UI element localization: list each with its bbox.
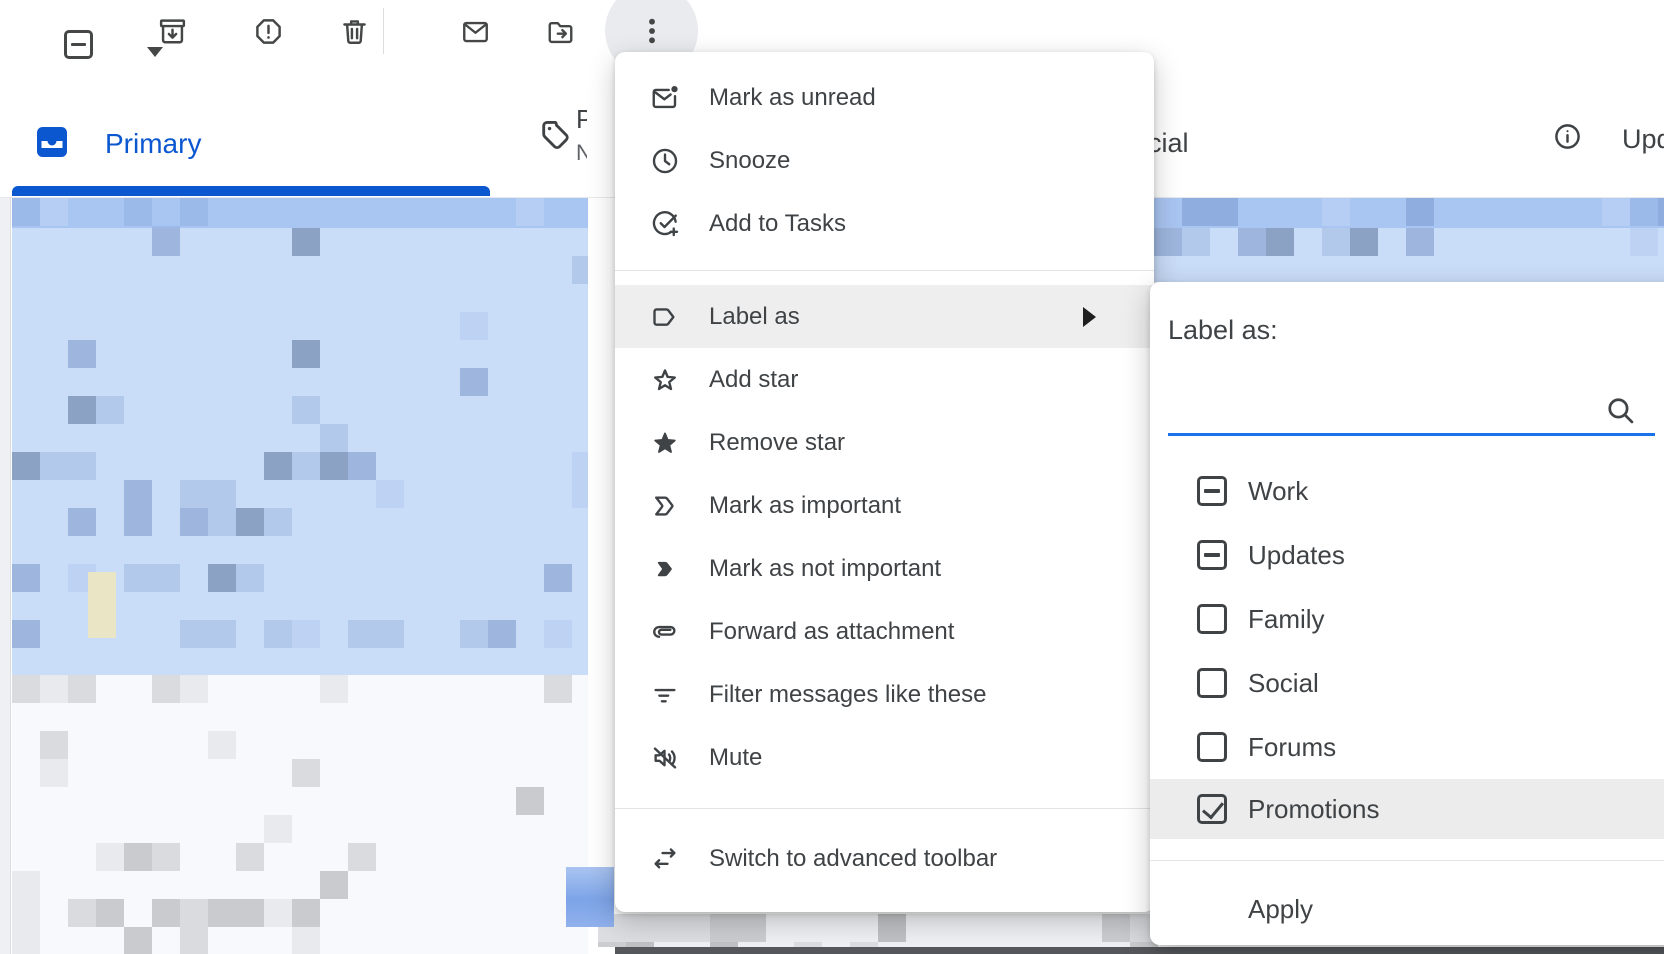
select-dropdown-button[interactable]: [70, 20, 100, 46]
menu-item-mark-as-not-important[interactable]: Mark as not important: [615, 537, 1154, 600]
move-to-button[interactable]: [544, 17, 577, 47]
menu-item-filter-messages[interactable]: Filter messages like these: [615, 663, 1154, 726]
label-checkbox-list: Work Updates Family Social Forums Promot…: [1150, 459, 1664, 839]
menu-divider: [615, 255, 1154, 285]
gmail-window: Primary Promotions New Social Updates: [0, 0, 1664, 954]
mark-as-read-button[interactable]: [459, 17, 492, 47]
info-icon: [1552, 121, 1583, 152]
snooze-clock-icon: [650, 146, 680, 176]
tab-promotions-label-clipped[interactable]: Promotions New: [576, 104, 587, 170]
checkbox-indeterminate-icon: [1197, 476, 1227, 506]
caret-down-icon: [147, 47, 163, 57]
tab-updates-label[interactable]: Updates: [1622, 124, 1664, 155]
menu-item-remove-star[interactable]: Remove star: [615, 411, 1154, 474]
label-option-forums[interactable]: Forums: [1150, 715, 1664, 779]
menu-item-label: Mute: [709, 744, 762, 772]
menu-item-label: Add star: [709, 366, 798, 394]
active-tab-indicator: [12, 186, 490, 196]
tab-promotions[interactable]: [538, 117, 574, 153]
menu-item-label: Forward as attachment: [709, 618, 954, 646]
label-search-input[interactable]: [1168, 382, 1655, 436]
menu-item-add-star[interactable]: Add star: [615, 348, 1154, 411]
menu-item-label: Mark as important: [709, 492, 901, 520]
label-option-social[interactable]: Social: [1150, 651, 1664, 715]
label-icon: [650, 302, 680, 332]
archive-icon: [157, 16, 188, 47]
menu-item-label: Remove star: [709, 429, 845, 457]
menu-item-label: Add to Tasks: [709, 210, 846, 238]
trash-icon: [339, 16, 370, 47]
menu-item-label: Switch to advanced toolbar: [709, 845, 997, 873]
tab-updates[interactable]: [1552, 121, 1583, 152]
mute-icon: [650, 743, 680, 773]
important-filled-icon: [650, 554, 680, 584]
blurred-avatar-block: [566, 867, 614, 927]
blurred-highlight-block: [88, 572, 116, 638]
report-spam-icon: [253, 16, 284, 47]
menu-item-mark-as-unread[interactable]: Mark as unread: [615, 66, 1154, 129]
submenu-arrow-icon: [1083, 307, 1096, 327]
switch-arrows-icon: [650, 844, 680, 874]
list-left-gutter: [0, 198, 11, 954]
email-list-selected-rows-right[interactable]: [1154, 228, 1664, 282]
menu-item-forward-as-attachment[interactable]: Forward as attachment: [615, 600, 1154, 663]
menu-item-label: Mark as unread: [709, 84, 876, 112]
checkbox-unchecked-icon: [1197, 732, 1227, 762]
more-vert-icon: [636, 14, 668, 48]
star-filled-icon: [650, 428, 680, 458]
email-list-bottom-rows[interactable]: [598, 914, 1158, 947]
checkbox-checked-icon: [1197, 794, 1227, 824]
menu-item-label: Filter messages like these: [709, 681, 986, 709]
menu-item-snooze[interactable]: Snooze: [615, 129, 1154, 192]
more-button[interactable]: [636, 14, 668, 48]
search-underline: [1168, 433, 1655, 436]
toolbar-divider: [383, 8, 384, 54]
checkbox-unchecked-icon: [1197, 604, 1227, 634]
tab-primary[interactable]: [37, 127, 67, 157]
label-option-promotions[interactable]: Promotions: [1150, 779, 1664, 839]
menu-item-mark-as-important[interactable]: Mark as important: [615, 474, 1154, 537]
menu-item-label: Mark as not important: [709, 555, 941, 583]
tab-primary-label[interactable]: Primary: [105, 128, 201, 160]
filter-icon: [650, 680, 680, 710]
select-all-checkbox[interactable]: [30, 13, 68, 51]
more-actions-menu: Mark as unread Snooze Add to Tasks Label…: [615, 52, 1154, 912]
apply-button[interactable]: Apply: [1150, 882, 1664, 936]
tag-icon: [538, 117, 574, 153]
label-option-work[interactable]: Work: [1150, 459, 1664, 523]
report-spam-button[interactable]: [253, 16, 284, 47]
checkbox-indeterminate-icon: [1197, 540, 1227, 570]
important-outline-icon: [650, 491, 680, 521]
email-row-selected-header-right[interactable]: [1154, 198, 1664, 228]
checkbox-unchecked-icon: [1197, 668, 1227, 698]
add-to-tasks-icon: [650, 209, 680, 239]
menu-item-add-to-tasks[interactable]: Add to Tasks: [615, 192, 1154, 255]
email-row-selected-header[interactable]: [12, 198, 588, 228]
window-bottom-edge: [615, 947, 1664, 954]
menu-item-mute[interactable]: Mute: [615, 726, 1154, 789]
delete-button[interactable]: [339, 16, 370, 47]
label-option-updates[interactable]: Updates: [1150, 523, 1664, 587]
menu-item-label-as[interactable]: Label as: [615, 285, 1154, 348]
label-option-family[interactable]: Family: [1150, 587, 1664, 651]
mark-unread-icon: [650, 83, 680, 113]
tab-promotions-subtitle: New: [576, 140, 587, 166]
label-as-submenu: Label as: Work Updates Family: [1150, 282, 1664, 945]
menu-divider: [615, 789, 1154, 827]
submenu-divider: [1150, 860, 1664, 861]
submenu-title: Label as:: [1168, 315, 1278, 346]
tab-promotions-label: Promotions: [576, 104, 587, 135]
archive-button[interactable]: [157, 16, 188, 47]
envelope-icon: [459, 17, 492, 47]
menu-item-switch-toolbar[interactable]: Switch to advanced toolbar: [615, 827, 1154, 890]
star-outline-icon: [650, 365, 680, 395]
inbox-icon: [37, 127, 67, 157]
email-list-rows[interactable]: [12, 675, 588, 954]
folder-move-icon: [544, 17, 577, 47]
search-icon: [1604, 394, 1637, 427]
attachment-icon: [650, 617, 680, 647]
menu-item-label: Label as: [709, 303, 800, 331]
menu-item-label: Snooze: [709, 147, 790, 175]
